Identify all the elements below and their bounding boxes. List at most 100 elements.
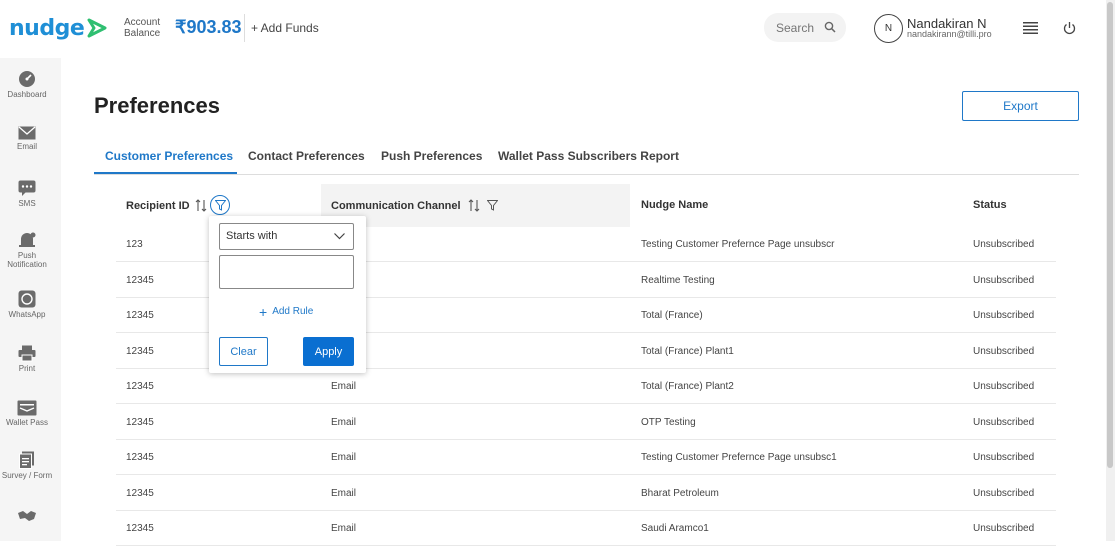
- cell-nudge-name: Bharat Petroleum: [641, 488, 719, 499]
- filter-icon: [214, 199, 226, 211]
- clear-button[interactable]: Clear: [219, 337, 268, 366]
- cell-nudge-name: Saudi Aramco1: [641, 523, 709, 534]
- print-icon: [18, 345, 36, 362]
- avatar[interactable]: N: [874, 14, 903, 43]
- sidebar-item-dashboard[interactable]: Dashboard: [0, 70, 54, 99]
- sidebar-item-more[interactable]: [0, 510, 54, 522]
- sidebar-item-survey-form[interactable]: Survey / Form: [0, 451, 54, 480]
- search-icon[interactable]: [824, 21, 836, 33]
- tab-push-preferences[interactable]: Push Preferences: [381, 149, 482, 163]
- table-row[interactable]: 12345 Email Bharat Petroleum Unsubscribed: [116, 476, 1056, 511]
- sidebar-item-label: Wallet Pass: [6, 418, 48, 427]
- column-header-status: Status: [973, 199, 1007, 211]
- tab-customer-preferences[interactable]: Customer Preferences: [105, 149, 233, 163]
- cell-communication-channel: Email: [331, 381, 357, 392]
- search-input[interactable]: [776, 20, 826, 35]
- cell-recipient-id: 12345: [126, 346, 154, 357]
- cell-recipient-id: 12345: [126, 488, 154, 499]
- wallet-pass-icon: [17, 400, 37, 416]
- cell-status: Unsubscribed: [973, 275, 1035, 286]
- sidebar: Dashboard Email SMS Push Notification Wh…: [0, 58, 61, 541]
- sidebar-item-wallet-pass[interactable]: Wallet Pass: [0, 400, 54, 427]
- tab-wallet-pass-subscribers-report[interactable]: Wallet Pass Subscribers Report: [498, 149, 679, 163]
- apply-button[interactable]: Apply: [303, 337, 354, 366]
- sort-icon[interactable]: [468, 199, 480, 212]
- cell-nudge-name: Total (France) Plant1: [641, 346, 734, 357]
- sidebar-item-push-notification[interactable]: Push Notification: [0, 232, 54, 269]
- cell-status: Unsubscribed: [973, 310, 1035, 321]
- sidebar-item-print[interactable]: Print: [0, 345, 54, 373]
- cell-communication-channel: Email: [331, 452, 357, 463]
- nudge-logo[interactable]: nudge: [9, 14, 108, 42]
- cell-nudge-name: Total (France): [641, 310, 703, 321]
- add-funds-link[interactable]: + Add Funds: [251, 21, 319, 35]
- user-email: nandakirann@tilli.pro: [907, 29, 992, 39]
- filter-icon[interactable]: [486, 200, 498, 211]
- column-header-label: Status: [973, 199, 1007, 211]
- sort-icon[interactable]: [195, 199, 207, 212]
- sidebar-item-label: Print: [18, 364, 36, 373]
- cell-status: Unsubscribed: [973, 452, 1035, 463]
- cell-status: Unsubscribed: [973, 488, 1035, 499]
- sidebar-item-label: Dashboard: [7, 90, 47, 99]
- cell-nudge-name: Realtime Testing: [641, 275, 715, 286]
- column-header-label: Communication Channel: [331, 199, 461, 212]
- account-label-line2: Balance: [124, 28, 161, 39]
- add-rule-label: Add Rule: [272, 306, 314, 317]
- survey-form-icon: [19, 451, 34, 469]
- dashboard-icon: [19, 71, 35, 87]
- sidebar-item-sms[interactable]: SMS: [0, 180, 54, 208]
- column-header-communication-channel[interactable]: Communication Channel: [331, 199, 498, 212]
- table-row[interactable]: 12345 Email Total (France) Plant2 Unsubscri…: [116, 369, 1056, 404]
- scrollbar-thumb[interactable]: [1107, 2, 1113, 468]
- sidebar-item-email[interactable]: Email: [0, 126, 54, 151]
- cell-status: Unsubscribed: [973, 381, 1035, 392]
- cell-communication-channel: Email: [331, 417, 357, 428]
- cell-recipient-id: 12345: [126, 523, 154, 534]
- sidebar-item-whatsapp[interactable]: WhatsApp: [0, 290, 54, 319]
- table-row[interactable]: 12345 Email OTP Testing Unsubscribed: [116, 405, 1056, 440]
- recipient-id-filter-button[interactable]: [210, 195, 230, 215]
- table-row[interactable]: 12345 Email Testing Customer Prefernce Pag…: [116, 440, 1056, 475]
- column-header-recipient-id[interactable]: Recipient ID: [126, 199, 207, 212]
- tab-bar: Customer Preferences Contact Preferences…: [94, 138, 1079, 175]
- cell-nudge-name: Testing Customer Prefernce Page unsubsc1: [641, 452, 837, 463]
- cell-nudge-name: Total (France) Plant2: [641, 381, 734, 392]
- cell-status: Unsubscribed: [973, 523, 1035, 534]
- search-box[interactable]: [764, 13, 846, 42]
- divider: [244, 14, 245, 42]
- column-header-nudge-name: Nudge Name: [641, 199, 708, 211]
- cell-recipient-id: 12345: [126, 275, 154, 286]
- power-icon[interactable]: [1063, 21, 1076, 35]
- email-icon: [18, 126, 36, 140]
- filter-value-input[interactable]: [219, 255, 354, 289]
- page-title: Preferences: [94, 93, 220, 118]
- filter-popup: Starts with + Add Rule Clear Apply: [209, 216, 366, 373]
- account-label-line1: Account: [124, 17, 161, 28]
- cell-recipient-id: 123: [126, 239, 143, 250]
- tab-contact-preferences[interactable]: Contact Preferences: [248, 149, 365, 163]
- sms-icon: [18, 180, 36, 196]
- active-tab-indicator: [94, 172, 237, 174]
- push-notification-icon: [19, 232, 36, 247]
- sidebar-item-label: Email: [16, 142, 37, 151]
- sidebar-item-label: Push Notification: [7, 251, 47, 269]
- account-balance-amount: ₹903.83: [175, 17, 242, 37]
- handshake-icon: [18, 511, 36, 521]
- cell-status: Unsubscribed: [973, 417, 1035, 428]
- filter-operator-value: Starts with: [226, 230, 278, 242]
- sidebar-item-label: WhatsApp: [8, 310, 46, 319]
- top-bar: nudge Account Balance ₹903.83 + Add Fund…: [0, 0, 1106, 58]
- chevron-down-icon: [334, 233, 345, 240]
- menu-icon[interactable]: [1023, 21, 1038, 34]
- sidebar-item-label: SMS: [18, 199, 36, 208]
- filter-operator-select[interactable]: Starts with: [219, 223, 354, 250]
- sidebar-item-label: Survey / Form: [1, 471, 53, 480]
- logo-text: nudge: [9, 15, 85, 41]
- cell-communication-channel: Email: [331, 523, 357, 534]
- add-rule-button[interactable]: + Add Rule: [259, 305, 314, 319]
- cell-nudge-name: Testing Customer Prefernce Page unsubscr: [641, 239, 835, 250]
- export-button[interactable]: Export: [962, 91, 1079, 121]
- logo-arrow-icon: [87, 18, 107, 38]
- cell-status: Unsubscribed: [973, 346, 1035, 357]
